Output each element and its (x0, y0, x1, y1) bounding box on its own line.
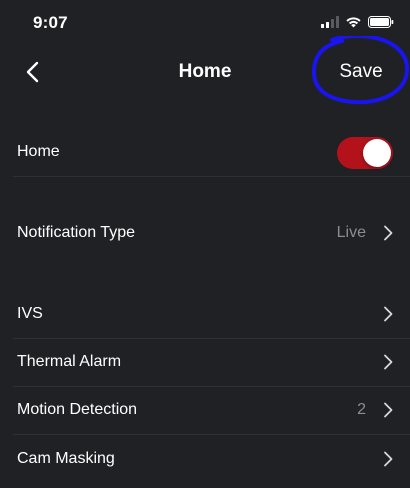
chevron-right-icon (384, 451, 393, 467)
toggle-knob (363, 139, 391, 167)
notification-type-value: Live (336, 224, 366, 241)
save-button[interactable]: Save (312, 36, 410, 114)
battery-icon (368, 16, 394, 28)
notification-type-label: Notification Type (17, 224, 135, 241)
ivs-row[interactable]: IVS (0, 290, 410, 338)
save-label: Save (339, 60, 383, 82)
wifi-icon (346, 17, 361, 28)
divider (13, 176, 410, 177)
thermal-alarm-label: Thermal Alarm (17, 353, 122, 370)
thermal-alarm-row[interactable]: Thermal Alarm (0, 338, 410, 386)
chevron-right-icon (384, 225, 393, 241)
home-label: Home (17, 143, 60, 160)
status-icons (321, 14, 394, 30)
motion-detection-label: Motion Detection (17, 401, 138, 418)
home-toggle[interactable] (337, 137, 393, 169)
chevron-right-icon (384, 354, 393, 370)
ivs-label: IVS (17, 305, 43, 322)
notification-type-row[interactable]: Notification Type Live (0, 209, 410, 257)
motion-detection-value: 2 (357, 401, 366, 418)
motion-detection-row[interactable]: Motion Detection 2 (0, 386, 410, 434)
home-row: Home (0, 128, 410, 176)
cam-masking-label: Cam Masking (17, 450, 115, 467)
cellular-signal-icon (321, 16, 339, 28)
cam-masking-row[interactable]: Cam Masking (0, 435, 410, 483)
status-time: 9:07 (33, 13, 68, 32)
navigation-bar: Home Save (0, 36, 410, 105)
chevron-right-icon (384, 306, 393, 322)
chevron-right-icon (384, 402, 393, 418)
